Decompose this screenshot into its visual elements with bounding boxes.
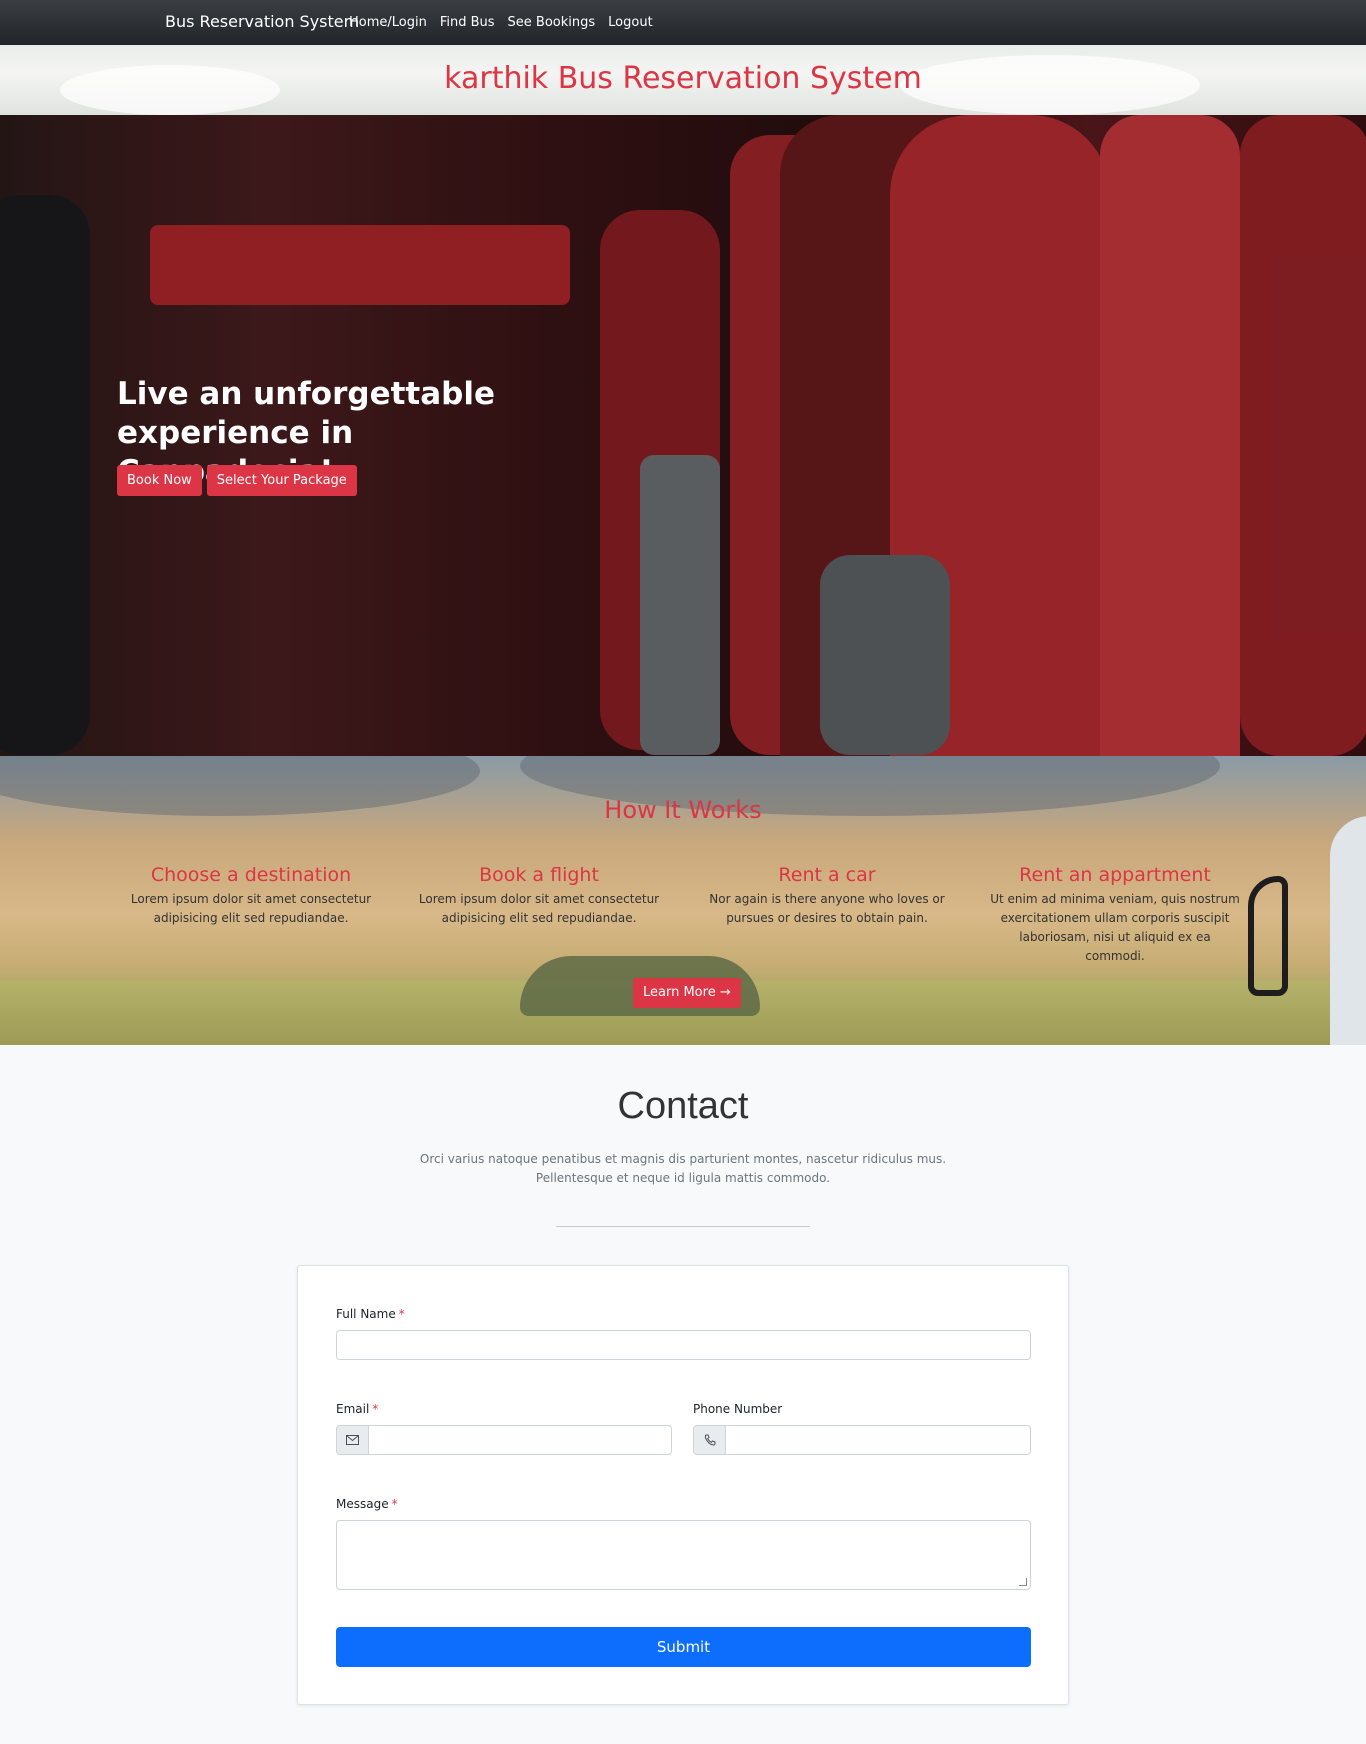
site-title: karthik Bus Reservation System — [444, 61, 922, 96]
email-label-text: Email — [336, 1402, 370, 1416]
how-it-works-title: How It Works — [604, 796, 762, 824]
required-mark: * — [398, 1307, 405, 1321]
nav-link-see-bookings[interactable]: See Bookings — [508, 15, 596, 30]
email-label: Email * — [336, 1402, 378, 1416]
phone-icon — [704, 1434, 715, 1446]
step-text: Ut enim ad minima veniam, quis nostrum e… — [990, 892, 1240, 963]
nav-link-home-login[interactable]: Home/Login — [349, 15, 427, 30]
message-label: Message * — [336, 1497, 398, 1511]
phone-label-text: Phone Number — [693, 1402, 783, 1416]
bus-decoration — [1330, 816, 1366, 1045]
step-card: Choose a destination Lorem ipsum dolor s… — [126, 864, 376, 928]
step-text: Lorem ipsum dolor sit amet consectetur a… — [130, 892, 372, 925]
hero-section: Live an unforgettable experience in Capp… — [0, 115, 1366, 756]
hero-buttons: Book Now Select Your Package — [117, 465, 357, 496]
book-now-button[interactable]: Book Now — [117, 465, 202, 496]
step-title: Book a flight — [479, 864, 599, 886]
nav-links: Home/Login Find Bus See Bookings Logout — [349, 15, 653, 30]
required-mark: * — [372, 1402, 379, 1416]
step-card: Rent a car Nor again is there anyone who… — [702, 864, 952, 928]
contact-subtitle-line: Orci varius natoque penatibus et magnis … — [419, 1152, 947, 1166]
navbar-brand[interactable]: Bus Reservation System — [165, 12, 359, 31]
phone-label: Phone Number — [693, 1402, 782, 1416]
step-text: Lorem ipsum dolor sit amet consectetur a… — [418, 892, 660, 925]
contact-form: Full Name * Email * Phone Number Message * … — [297, 1265, 1069, 1705]
step-title: Choose a destination — [150, 864, 352, 886]
nav-link-logout[interactable]: Logout — [608, 15, 653, 30]
section-divider — [556, 1226, 810, 1227]
submit-button[interactable]: Submit — [336, 1627, 1031, 1667]
step-card: Rent an appartment Ut enim ad minima ven… — [990, 864, 1240, 966]
phone-addon — [693, 1425, 726, 1455]
full-name-input[interactable] — [336, 1330, 1031, 1360]
bus-mirror-decoration — [1248, 876, 1288, 996]
full-name-label-text: Full Name — [336, 1307, 396, 1321]
nav-link-find-bus[interactable]: Find Bus — [440, 15, 495, 30]
envelope-icon — [346, 1435, 359, 1445]
select-package-button[interactable]: Select Your Package — [206, 465, 357, 496]
email-addon — [336, 1425, 369, 1455]
phone-input[interactable] — [725, 1425, 1031, 1455]
message-textarea[interactable] — [336, 1520, 1031, 1590]
required-mark: * — [391, 1497, 398, 1511]
navbar: Bus Reservation System Home/Login Find B… — [0, 0, 1366, 45]
title-banner: karthik Bus Reservation System — [0, 45, 1366, 115]
contact-subtitle-line: Pellentesque et neque id ligula mattis c… — [535, 1171, 831, 1185]
how-it-works-section: How It Works Choose a destination Lorem … — [0, 756, 1366, 1045]
contact-subtitle: Orci varius natoque penatibus et magnis … — [0, 1150, 1366, 1188]
learn-more-button[interactable]: Learn More → — [633, 978, 741, 1008]
resize-handle[interactable] — [1019, 1578, 1027, 1586]
message-label-text: Message — [336, 1497, 389, 1511]
step-text: Nor again is there anyone who loves or p… — [709, 892, 945, 925]
contact-title: Contact — [617, 1085, 749, 1127]
full-name-label: Full Name * — [336, 1307, 405, 1321]
step-title: Rent a car — [778, 864, 876, 886]
step-card: Book a flight Lorem ipsum dolor sit amet… — [414, 864, 664, 928]
step-title: Rent an appartment — [1019, 864, 1211, 886]
email-input[interactable] — [368, 1425, 672, 1455]
